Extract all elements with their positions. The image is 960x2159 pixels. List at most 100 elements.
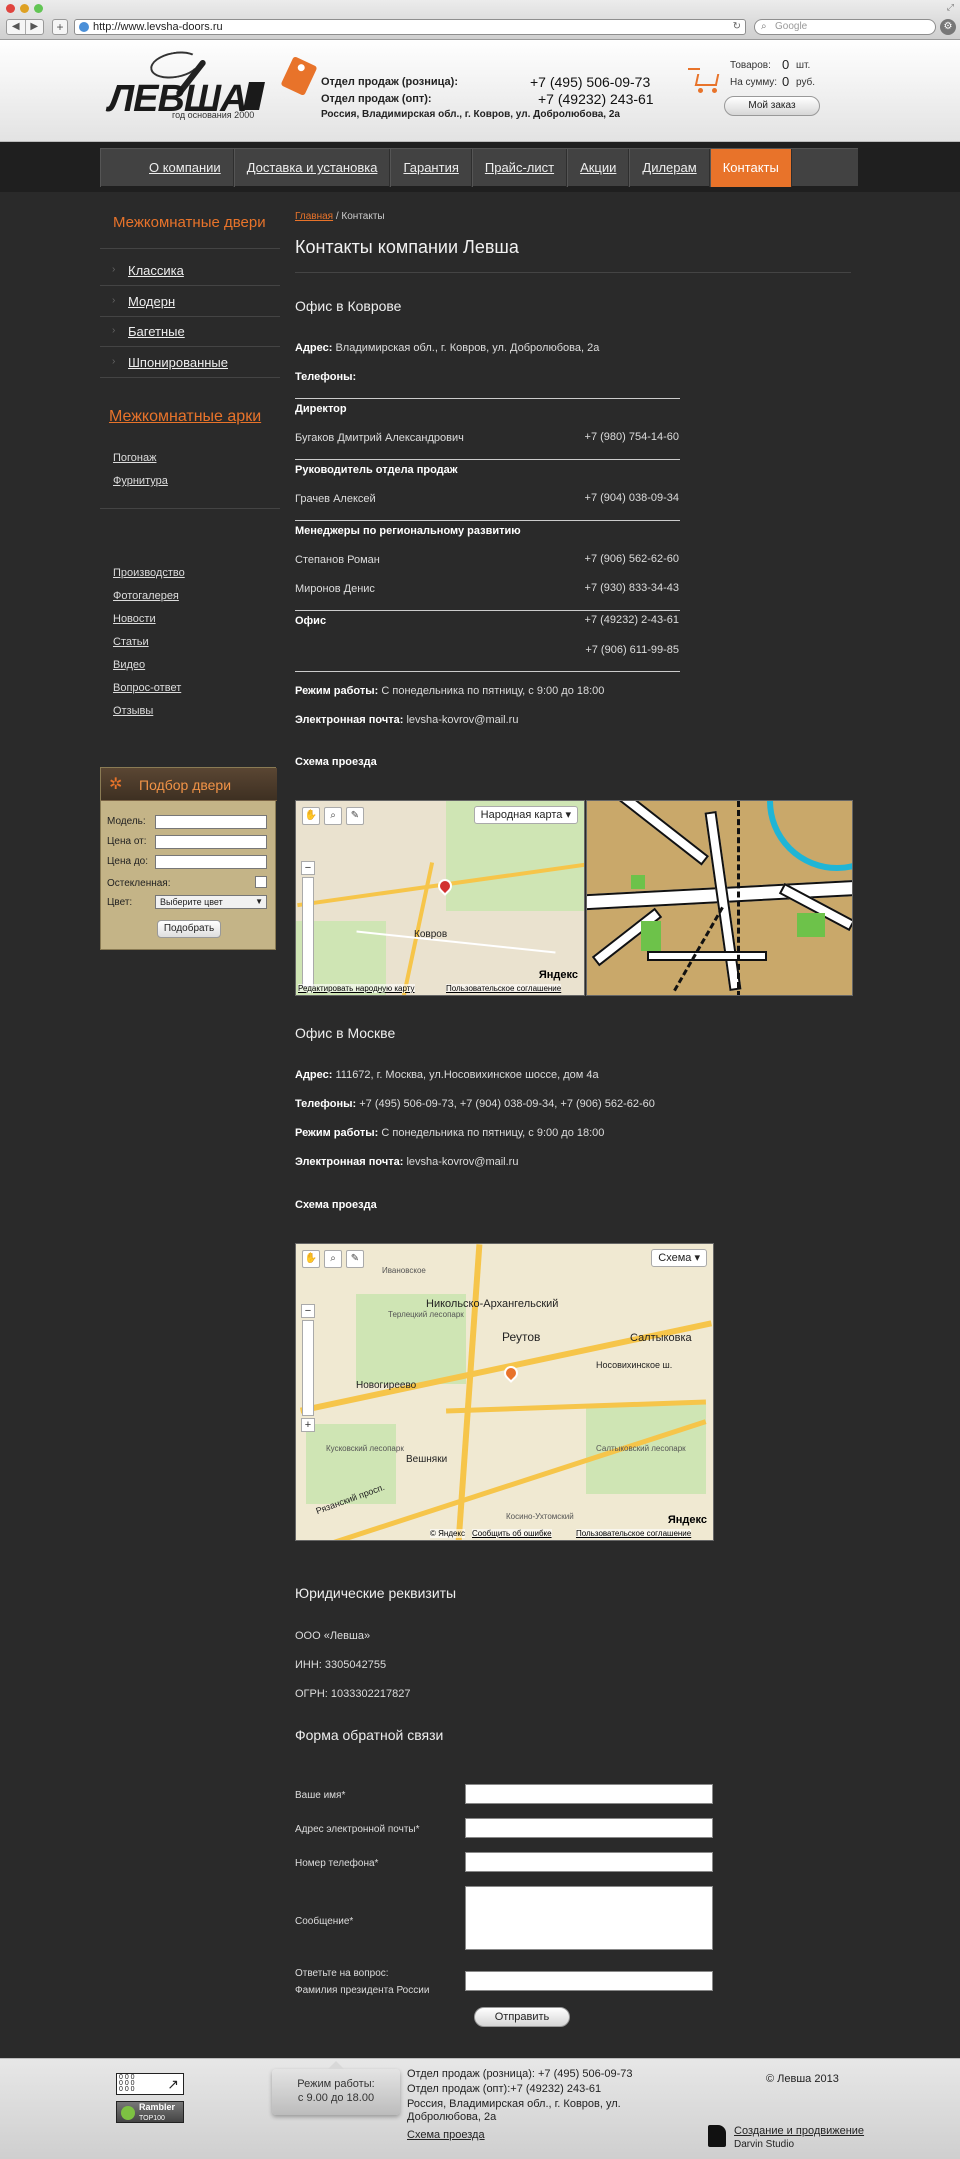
zoom-slider[interactable]: [302, 1320, 314, 1416]
hours-value: С понедельника по пятницу, с 9:00 до 18:…: [381, 685, 605, 697]
hand-tool-icon[interactable]: ✋: [302, 807, 320, 825]
map-type-selector[interactable]: Схема ▾: [651, 1249, 707, 1267]
price-to-input[interactable]: [155, 855, 267, 869]
sidebar-link-reviews[interactable]: Отзывы: [113, 705, 153, 717]
sidebar-item-modern[interactable]: Модерн: [128, 294, 175, 309]
zoom-out-button[interactable]: −: [301, 861, 315, 875]
map-error-link[interactable]: Сообщить об ошибке: [472, 1529, 552, 1538]
sidebar-link-video[interactable]: Видео: [113, 659, 145, 671]
map-type-selector[interactable]: Народная карта ▾: [473, 806, 578, 824]
close-window-icon[interactable]: [6, 4, 15, 13]
add-bookmark-button[interactable]: +: [52, 19, 68, 35]
map-edit-link[interactable]: Редактировать народную карту: [298, 984, 415, 993]
site-footer: 0 0 0 0 0 0 0 0 0 ↗ Rambler TOP100 Режим…: [0, 2058, 960, 2159]
back-button[interactable]: ◀: [7, 20, 26, 34]
sidebar-item-classic[interactable]: Классика: [128, 263, 184, 278]
nav-item-about[interactable]: О компании: [100, 149, 234, 187]
email-label: Электронная почта:: [295, 1156, 404, 1168]
sidebar-item-moldings[interactable]: Погонаж: [113, 452, 156, 464]
nav-item-contacts[interactable]: Контакты: [709, 149, 792, 187]
sidebar-divider: [100, 316, 280, 317]
rambler-counter[interactable]: Rambler TOP100: [116, 2101, 184, 2123]
liveinternet-counter[interactable]: 0 0 0 0 0 0 0 0 0 ↗: [116, 2073, 184, 2095]
map-label: Салтыковский лесопарк: [596, 1444, 686, 1453]
my-order-button[interactable]: Мой заказ: [724, 96, 820, 116]
sidebar-link-news[interactable]: Новости: [113, 613, 156, 625]
reload-icon[interactable]: ↻: [733, 20, 741, 34]
moscow-map[interactable]: ✋ ⌕ ✎ Схема ▾ − + Никольско-Архангельски…: [295, 1243, 714, 1541]
zoom-out-button[interactable]: −: [301, 1304, 315, 1318]
nav-item-promotions[interactable]: Акции: [567, 149, 630, 187]
sidebar-item-veneered[interactable]: Шпонированные: [128, 355, 228, 370]
email-value[interactable]: levsha-kovrov@mail.ru: [406, 714, 518, 726]
filter-title: Подбор двери: [139, 777, 232, 793]
price-from-label: Цена от:: [107, 836, 147, 847]
color-select[interactable]: Выберите цвет ▼: [155, 895, 267, 909]
ruler-tool-icon[interactable]: ✎: [346, 807, 364, 825]
email-field-label: Адрес электронной почты*: [295, 1824, 420, 1835]
nav-item-delivery[interactable]: Доставка и установка: [233, 149, 391, 187]
email-field[interactable]: [465, 1818, 713, 1838]
map-terms-link[interactable]: Пользовательское соглашение: [576, 1529, 692, 1538]
kovrov-map[interactable]: ✋ ⌕ ✎ Народная карта ▾ − Ковров Яндекс Р…: [295, 800, 585, 996]
sidebar-link-faq[interactable]: Вопрос-ответ: [113, 682, 181, 694]
sidebar-item-baguette[interactable]: Багетные: [128, 324, 185, 339]
phone-input[interactable]: [465, 1852, 713, 1872]
resize-icon[interactable]: ⤢: [947, 2, 954, 13]
glazing-checkbox[interactable]: [255, 876, 267, 888]
sidebar-doors-title[interactable]: Межкомнатные двери: [113, 214, 266, 231]
sidebar-item-hardware[interactable]: Фурнитура: [113, 475, 168, 487]
email-value[interactable]: levsha-kovrov@mail.ru: [406, 1156, 518, 1168]
yandex-logo: Яндекс: [538, 969, 578, 981]
nav-item-warranty[interactable]: Гарантия: [390, 149, 472, 187]
send-button[interactable]: Отправить: [474, 2007, 570, 2027]
sidebar-divider: [100, 285, 280, 286]
cart-sum-unit: руб.: [796, 77, 816, 88]
magnifier-tool-icon[interactable]: ⌕: [324, 1250, 342, 1268]
legal-title: Юридические реквизиты: [295, 1585, 457, 1601]
address-bar[interactable]: http://www.levsha-doors.ru ↻: [74, 19, 746, 35]
breadcrumb-home[interactable]: Главная: [295, 211, 333, 222]
captcha-input[interactable]: [465, 1971, 713, 1991]
counter-digits: 0 0 0 0 0 0 0 0 0: [119, 2074, 135, 2093]
address-label: Адрес:: [295, 1069, 333, 1081]
developer-link[interactable]: Создание и продвижение: [734, 2125, 864, 2137]
minimize-window-icon[interactable]: [20, 4, 29, 13]
ruler-tool-icon[interactable]: ✎: [346, 1250, 364, 1268]
map-terms-link[interactable]: Пользовательское соглашение: [446, 984, 562, 993]
darvin-logo-icon[interactable]: [708, 2125, 726, 2147]
zoom-window-icon[interactable]: [34, 4, 43, 13]
moscow-office-title: Офис в Москве: [295, 1025, 396, 1041]
zoom-in-button[interactable]: +: [301, 1418, 315, 1432]
page-title: Контакты компании Левша: [295, 237, 519, 257]
office-phone-1: +7 (49232) 2-43-61: [584, 614, 679, 626]
sidebar-arches-title[interactable]: Межкомнатные арки: [109, 408, 261, 426]
color-select-value: Выберите цвет: [160, 897, 223, 907]
nav-item-dealers[interactable]: Дилерам: [629, 149, 710, 187]
name-input[interactable]: [465, 1784, 713, 1804]
nav-item-pricelist[interactable]: Прайс-лист: [471, 149, 568, 187]
sidebar-link-gallery[interactable]: Фотогалерея: [113, 590, 179, 602]
sidebar-link-production[interactable]: Производство: [113, 567, 185, 579]
hand-tool-icon[interactable]: ✋: [302, 1250, 320, 1268]
sales-head-phone: +7 (904) 038-09-34: [584, 492, 679, 504]
filter-submit-button[interactable]: Подобрать: [157, 920, 221, 938]
managers-title: Менеджеры по региональному развитию: [295, 525, 521, 537]
browser-chrome: ⤢ ◀ ▶ + http://www.levsha-doors.ru ↻ ⌕ G…: [0, 0, 960, 40]
zoom-slider[interactable]: [302, 877, 314, 987]
model-input[interactable]: [155, 815, 267, 829]
map-label: Никольско-Архангельский: [426, 1298, 559, 1310]
manager2-name: Миронов Денис: [295, 583, 375, 595]
magnifier-tool-icon[interactable]: ⌕: [324, 807, 342, 825]
sidebar-link-articles[interactable]: Статьи: [113, 636, 149, 648]
footer-scheme-link[interactable]: Схема проезда: [407, 2129, 485, 2141]
price-from-input[interactable]: [155, 835, 267, 849]
message-textarea[interactable]: [465, 1886, 713, 1950]
sidebar-divider: [100, 377, 280, 378]
gear-icon[interactable]: ⚙: [940, 19, 956, 35]
copyright: © Левша 2013: [766, 2073, 839, 2085]
browser-search-input[interactable]: ⌕ Google: [754, 19, 936, 35]
forward-button[interactable]: ▶: [26, 20, 44, 34]
rambler-logo-icon: [121, 2106, 135, 2120]
cart-icon[interactable]: [688, 66, 724, 94]
